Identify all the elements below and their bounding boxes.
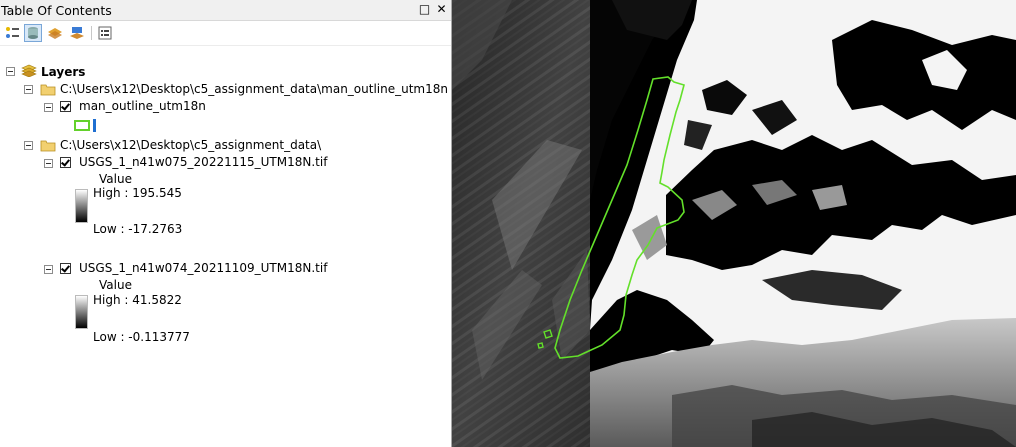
layer-n41w074-color-ramp[interactable] [75, 295, 88, 329]
folder-icon [40, 83, 56, 99]
layer-n41w074-low: Low : -0.113777 [93, 330, 190, 344]
layer-n41w075-low: Low : -17.2763 [93, 222, 183, 236]
layer-n41w075-high: High : 195.545 [93, 186, 182, 200]
list-by-selection-icon[interactable] [68, 24, 86, 42]
layer-man-outline-collapse-toggle[interactable] [44, 103, 53, 112]
layer-n41w074-high: High : 41.5822 [93, 293, 182, 307]
panel-title: Table Of Contents [1, 3, 112, 18]
map-canvas[interactable] [452, 0, 1016, 447]
layers-collapse-toggle[interactable] [6, 67, 15, 76]
toolbar-separator [91, 26, 92, 40]
layer-man-outline-name[interactable]: man_outline_utm18n [79, 98, 206, 114]
list-by-source-icon[interactable] [24, 24, 42, 42]
maximize-button[interactable]: □ [418, 3, 431, 16]
group2-collapse-toggle[interactable] [24, 141, 33, 150]
layer-n41w074-checkbox[interactable] [60, 263, 71, 274]
layer-n41w075-name[interactable]: USGS_1_n41w075_20221115_UTM18N.tif [79, 154, 327, 170]
layer-n41w074-collapse-toggle[interactable] [44, 265, 53, 274]
layer-man-outline-checkbox[interactable] [60, 101, 71, 112]
layer-n41w075-color-ramp[interactable] [75, 189, 88, 223]
layer-n41w074-value-label: Value [99, 278, 132, 292]
layer-n41w075-checkbox[interactable] [60, 157, 71, 168]
group1-path-label[interactable]: C:\Users\x12\Desktop\c5_assignment_data\… [60, 81, 448, 97]
layers-root-label[interactable]: Layers [41, 64, 85, 80]
group2-path-label[interactable]: C:\Users\x12\Desktop\c5_assignment_data\ [60, 137, 321, 153]
folder-icon-2 [40, 139, 56, 155]
group1-collapse-toggle[interactable] [24, 85, 33, 94]
list-by-visibility-icon[interactable] [46, 24, 64, 42]
options-icon[interactable] [96, 24, 114, 42]
list-by-drawing-order-icon[interactable] [3, 24, 21, 42]
layer-n41w074-name[interactable]: USGS_1_n41w074_20211109_UTM18N.tif [79, 260, 327, 276]
close-button[interactable]: ✕ [435, 3, 448, 16]
layer-n41w075-collapse-toggle[interactable] [44, 159, 53, 168]
toc-toolbar [0, 21, 451, 46]
panel-titlebar[interactable]: Table Of Contents □ ✕ [0, 0, 451, 21]
table-of-contents-panel: Table Of Contents □ ✕ Layers C:\Users\x1… [0, 0, 452, 447]
layers-icon [21, 63, 37, 80]
polygon-symbol-swatch[interactable] [74, 119, 100, 136]
map-display[interactable] [452, 0, 1016, 447]
